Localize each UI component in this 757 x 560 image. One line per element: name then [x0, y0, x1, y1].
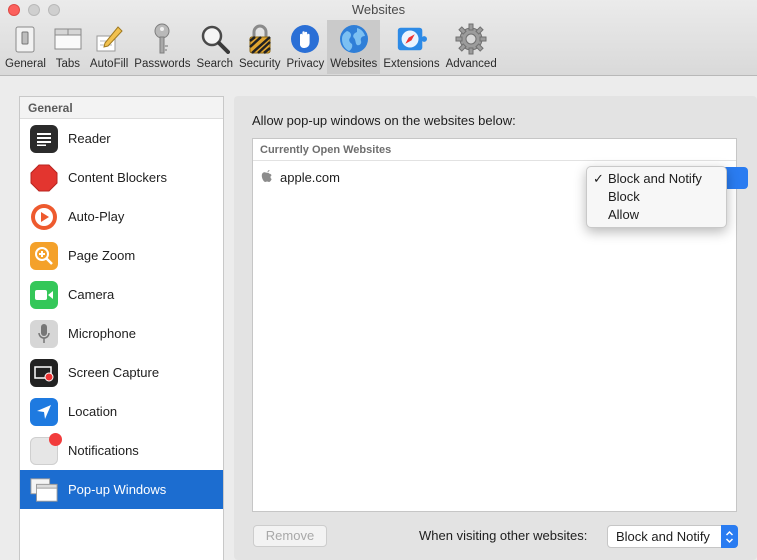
- sidebar-item-camera[interactable]: Camera: [20, 275, 223, 314]
- window-title: Websites: [351, 2, 406, 17]
- sidebar-item-reader[interactable]: Reader: [20, 119, 223, 158]
- stop-sign-icon: [30, 164, 58, 192]
- zoom-icon: [30, 241, 58, 270]
- toolbar-label: General: [5, 58, 46, 70]
- hand-icon: [289, 23, 321, 55]
- sidebar-item-label: Pop-up Windows: [68, 482, 167, 497]
- toolbar-security[interactable]: Security: [236, 20, 284, 74]
- sidebar-item-location[interactable]: Location: [20, 392, 223, 431]
- key-icon: [146, 23, 178, 55]
- toolbar-label: Extensions: [383, 58, 440, 70]
- other-websites-label: When visiting other websites:: [419, 528, 588, 543]
- sidebar-item-label: Location: [68, 404, 118, 419]
- menu-item-label: Block: [608, 189, 640, 204]
- toolbar-privacy[interactable]: Privacy: [284, 20, 328, 74]
- toolbar-label: Advanced: [445, 58, 497, 70]
- location-arrow-icon: [30, 397, 58, 426]
- puzzle-compass-icon: [395, 23, 428, 55]
- sidebar-item-popup-windows[interactable]: Pop-up Windows: [20, 470, 223, 509]
- toolbar-websites[interactable]: Websites: [327, 20, 381, 74]
- toolbar-autofill[interactable]: AutoFill: [87, 20, 131, 74]
- reader-icon: [30, 124, 58, 153]
- padlock-icon: [244, 23, 276, 55]
- sidebar-item-label: Screen Capture: [68, 365, 160, 380]
- sidebar-item-label: Microphone: [68, 326, 136, 341]
- menu-item-block-and-notify[interactable]: ✓ Block and Notify: [587, 170, 726, 188]
- sidebar-item-page-zoom[interactable]: Page Zoom: [20, 236, 223, 275]
- sidebar-item-label: Notifications: [68, 443, 139, 458]
- toolbar-label: Privacy: [286, 58, 325, 70]
- screen-capture-icon: [30, 358, 58, 387]
- play-icon: [30, 203, 58, 231]
- remove-button[interactable]: Remove: [253, 525, 327, 547]
- toolbar-label: Search: [196, 58, 233, 70]
- sidebar-item-label: Content Blockers: [68, 170, 167, 185]
- toolbar-tabs[interactable]: Tabs: [49, 20, 87, 74]
- site-setting-menu: ✓ Block and Notify Block Allow: [586, 166, 727, 228]
- sidebar-item-label: Page Zoom: [68, 248, 136, 263]
- chevron-updown-icon: [721, 525, 738, 548]
- select-value: Block and Notify: [616, 529, 710, 544]
- sidebar-item-microphone[interactable]: Microphone: [20, 314, 223, 353]
- titlebar: Websites General Tabs AutoFill Passwords: [0, 0, 757, 76]
- sidebar-item-label: Auto-Play: [68, 209, 125, 224]
- sidebar-item-label: Reader: [68, 131, 111, 146]
- toolbar: General Tabs AutoFill Passwords Search S…: [2, 20, 500, 74]
- toolbar-label: Security: [238, 58, 281, 70]
- globe-icon: [338, 23, 370, 55]
- sidebar-item-screen-capture[interactable]: Screen Capture: [20, 353, 223, 392]
- microphone-icon: [30, 319, 58, 348]
- notification-badge-icon: [30, 432, 62, 465]
- sidebar-item-auto-play[interactable]: Auto-Play: [20, 197, 223, 236]
- menu-item-allow[interactable]: Allow: [587, 206, 726, 224]
- sidebar-item-notifications[interactable]: Notifications: [20, 431, 223, 470]
- other-websites-select[interactable]: Block and Notify: [607, 525, 738, 548]
- sidebar: General Reader Content Blockers Auto-Pla…: [19, 96, 224, 560]
- sidebar-item-label: Camera: [68, 287, 115, 302]
- checkmark-icon: ✓: [593, 171, 604, 186]
- panel-prompt: Allow pop-up windows on the websites bel…: [252, 113, 516, 128]
- apple-icon: [261, 169, 273, 186]
- camera-icon: [30, 280, 58, 309]
- autofill-pencil-icon: [93, 23, 125, 55]
- general-switch-icon: [9, 23, 41, 55]
- sidebar-item-content-blockers[interactable]: Content Blockers: [20, 158, 223, 197]
- menu-item-label: Allow: [608, 207, 640, 222]
- magnifier-icon: [199, 23, 231, 55]
- tabs-icon: [52, 23, 84, 55]
- table-header: Currently Open Websites: [253, 139, 736, 161]
- sidebar-header: General: [20, 97, 223, 119]
- toolbar-passwords[interactable]: Passwords: [131, 20, 193, 74]
- site-name: apple.com: [280, 170, 340, 185]
- menu-item-label: Block and Notify: [608, 171, 702, 186]
- toolbar-label: AutoFill: [89, 58, 129, 70]
- gear-icon: [455, 23, 487, 55]
- menu-item-block[interactable]: Block: [587, 188, 726, 206]
- toolbar-general[interactable]: General: [2, 20, 49, 74]
- toolbar-label: Passwords: [134, 58, 191, 70]
- popup-windows-icon: [30, 476, 58, 504]
- toolbar-label: Websites: [330, 58, 378, 70]
- toolbar-label: Tabs: [55, 58, 81, 70]
- toolbar-search[interactable]: Search: [194, 20, 236, 74]
- toolbar-extensions[interactable]: Extensions: [380, 20, 442, 74]
- toolbar-advanced[interactable]: Advanced: [443, 20, 500, 74]
